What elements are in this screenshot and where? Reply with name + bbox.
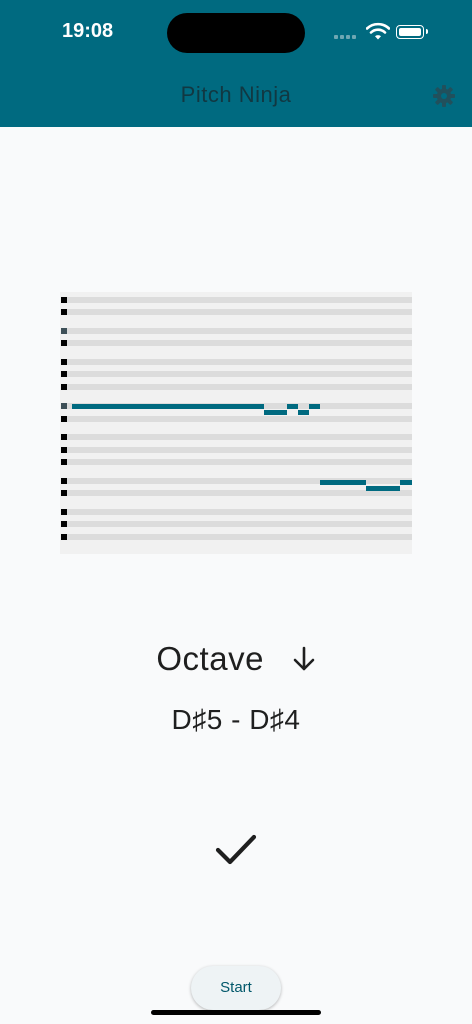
home-indicator (151, 1010, 321, 1015)
gear-icon[interactable] (432, 84, 456, 108)
dynamic-island (167, 13, 305, 53)
key-marker (61, 340, 67, 346)
pitch-row (65, 509, 412, 515)
wifi-icon (366, 22, 390, 40)
pitch-rows (65, 297, 412, 540)
key-marker (61, 416, 67, 422)
key-markers (61, 297, 67, 540)
cellular-signal-icon (334, 35, 358, 39)
pitch-row (65, 384, 412, 390)
key-marker (61, 371, 67, 377)
checkmark-icon (215, 834, 257, 865)
arrow-down-icon (293, 646, 314, 671)
pitch-row (65, 359, 412, 365)
start-button[interactable]: Start (191, 966, 281, 1010)
key-marker (61, 490, 67, 496)
key-marker (61, 309, 67, 315)
key-marker (61, 328, 67, 334)
key-marker (61, 509, 67, 515)
pitch-row (65, 447, 412, 453)
key-marker (61, 521, 67, 527)
pitch-row (65, 309, 412, 315)
key-marker (61, 434, 67, 440)
key-marker (61, 384, 67, 390)
key-marker (61, 297, 67, 303)
pitch-row (65, 297, 412, 303)
pitch-row (65, 521, 412, 527)
key-marker (61, 478, 67, 484)
key-marker (61, 359, 67, 365)
pitch-row (65, 434, 412, 440)
pitch-row (65, 416, 412, 422)
interval-heading: Octave (0, 640, 472, 678)
notes-label: D♯5 - D♯4 (171, 704, 301, 735)
pitch-row (65, 371, 412, 377)
pitch-row (65, 340, 412, 346)
pitch-row (65, 534, 412, 540)
app-bar: 19:08 Pitch Ninja (0, 0, 472, 127)
interval-label: Octave (156, 640, 264, 677)
app-title: Pitch Ninja (180, 82, 292, 107)
battery-icon (396, 25, 428, 39)
key-marker (61, 447, 67, 453)
pitch-row (65, 328, 412, 334)
pitch-roll (60, 292, 412, 554)
pitch-row (65, 459, 412, 465)
status-time: 19:08 (62, 20, 114, 42)
key-marker (61, 534, 67, 540)
key-marker (61, 403, 67, 409)
key-marker (61, 459, 67, 465)
pitch-row (65, 490, 412, 496)
